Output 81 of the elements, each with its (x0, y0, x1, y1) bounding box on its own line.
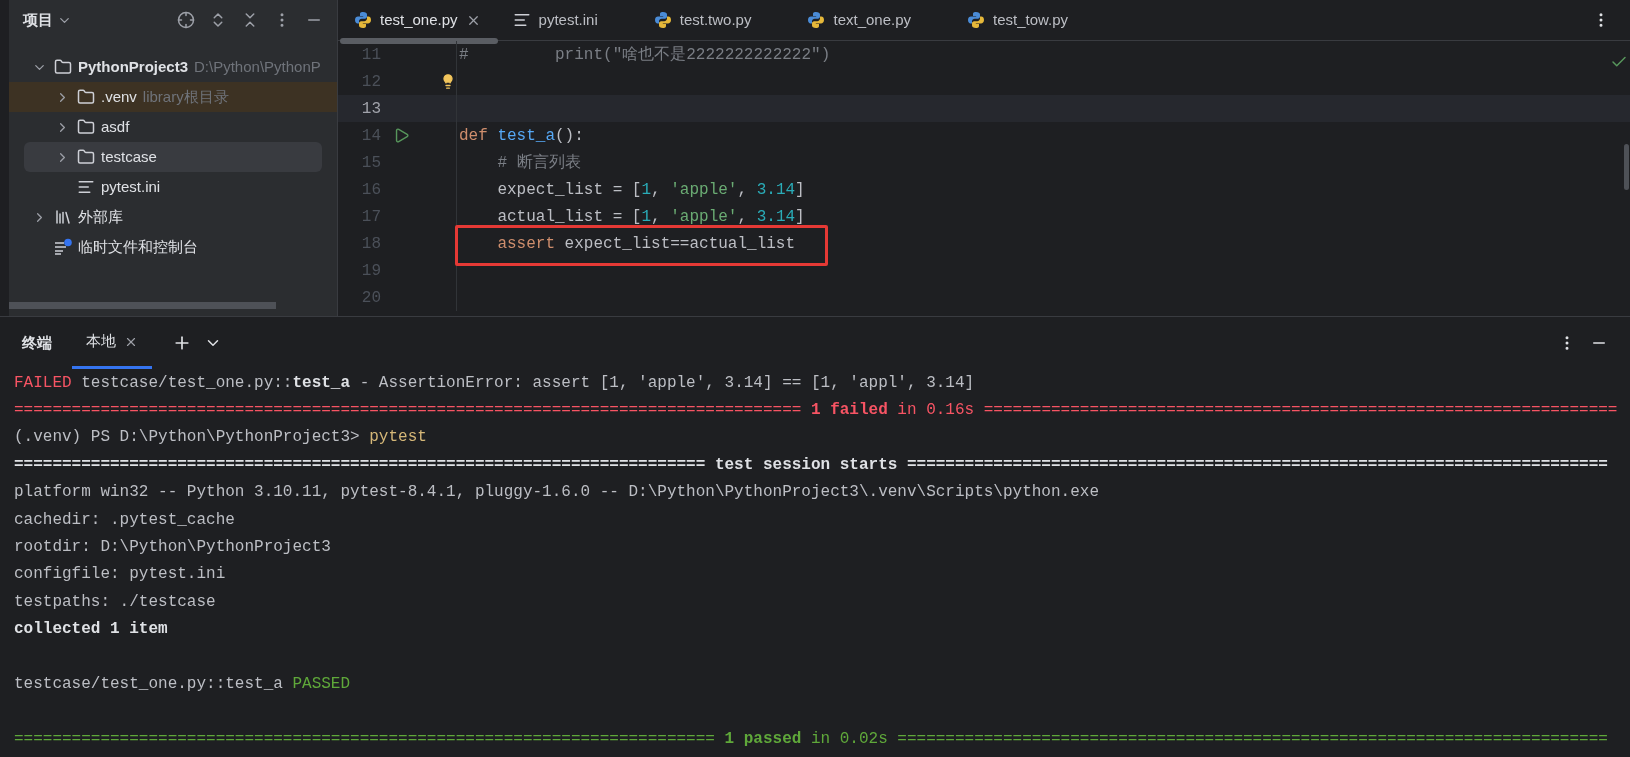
code-token: 3.14 (756, 207, 796, 226)
tree-item[interactable]: 临时文件和控制台 (9, 232, 337, 262)
code-token: , (651, 180, 662, 199)
terminal-line: rootdir: D:\Python\PythonProject3 (14, 537, 331, 559)
code-token: expect_list==actual_list (563, 234, 796, 253)
code-token: actual_list = [ (496, 207, 642, 226)
terminal-line: FAILED testcase/test_one.py::test_a - AssertionError: assert [1, 'apple', 3.14] == [1, 'appl', 3.14] (14, 372, 975, 394)
editor-tab[interactable]: text_one.py (791, 0, 952, 40)
code-token: assert (496, 234, 555, 253)
editor-tab[interactable]: test.two.py (637, 0, 792, 40)
item-label: PythonProject3 (78, 56, 189, 77)
python-file-icon (807, 11, 826, 29)
code-token: test_a (497, 126, 555, 145)
tab-label: test_tow.py (993, 9, 1069, 30)
code-token: # 断言列表 (496, 153, 581, 172)
library-icon (54, 208, 72, 226)
python-file-icon (653, 11, 672, 29)
code-token: def (459, 126, 489, 145)
terminal-line: testcase/test_one.py::test_a PASSED (14, 674, 351, 695)
folder-icon (77, 118, 95, 136)
item-hint: D:\Python\PythonP (194, 56, 321, 77)
terminal-line: ================================================================================== 1 failed in 0.16s ================================================================== (14, 400, 1618, 422)
tab-label: test_one.py (380, 9, 458, 30)
line-number: 13 (360, 98, 381, 120)
item-hint: library根目录 (142, 86, 229, 107)
panel-title[interactable]: 项目 (23, 8, 53, 32)
code-token: 3.14 (756, 180, 796, 199)
terminal-line: ======================================================================== test session starts ========================================================================= (14, 454, 1608, 476)
editor-tab[interactable]: test_tow.py (951, 0, 1109, 40)
scratch-file-icon (54, 238, 72, 256)
code-token: 'apple' (670, 207, 738, 226)
python-file-icon (354, 11, 372, 29)
tree-item[interactable]: testcase (24, 142, 322, 172)
folder-icon (77, 148, 95, 166)
code-token: 1 (641, 207, 652, 226)
code-token: 'apple' (670, 180, 738, 199)
tree-item[interactable]: .venv library根目录 (9, 82, 337, 112)
folder-icon (54, 58, 72, 76)
terminal-line: cachedir: .pytest_cache (14, 509, 235, 531)
vertical-scrollbar[interactable] (1624, 144, 1629, 190)
tree-item[interactable]: pytest.ini (9, 172, 337, 202)
item-label: 外部库 (78, 206, 123, 227)
tree-item[interactable]: 外部库 (9, 202, 337, 232)
terminal-line: platform win32 -- Python 3.10.11, pytest-8.4.1, pluggy-1.6.0 -- D:\Python\PythonProject3\.venv\Scripts\python.exe (14, 482, 1099, 504)
horizontal-scrollbar[interactable] (9, 302, 276, 309)
tab-scroll-thumb[interactable] (340, 38, 498, 44)
code-token: , (737, 180, 749, 199)
item-label: testcase (101, 146, 157, 167)
tree-item[interactable]: PythonProject3 D:\Python\PythonP (9, 52, 337, 82)
item-label: pytest.ini (101, 176, 161, 197)
tab-label: text_one.py (833, 9, 912, 30)
python-file-icon (967, 11, 986, 29)
terminal-line: configfile: pytest.ini (14, 564, 226, 586)
terminal-line: testpaths: ./testcase (14, 591, 216, 613)
code-token: ] (795, 180, 805, 199)
locate-icon[interactable] (177, 11, 195, 29)
folder-icon (77, 88, 95, 106)
code-token: expect_list = [ (496, 180, 642, 199)
code-token: (): (555, 126, 584, 145)
item-label: 临时文件和控制台 (78, 236, 198, 257)
code-token: # print("啥也不是2222222222222") (459, 45, 831, 64)
item-label: asdf (101, 116, 130, 137)
editor-tab[interactable]: test_one.py (338, 0, 497, 40)
terminal-title: 终端 (22, 332, 52, 353)
tree-item[interactable]: asdf (9, 112, 337, 142)
text-file-icon (512, 11, 531, 29)
terminal-line: collected 1 item (14, 619, 168, 641)
run-icon[interactable] (393, 127, 410, 144)
code-token: ] (795, 207, 805, 226)
terminal-tab[interactable]: 本地 (72, 317, 152, 369)
lightbulb-icon[interactable] (440, 73, 456, 90)
tab-label: test.two.py (679, 9, 752, 30)
code-token: , (737, 207, 749, 226)
terminal-line: (.venv) PS D:\Python\PythonProject3> pytest (14, 427, 427, 449)
editor-tab[interactable]: pytest.ini (496, 0, 638, 40)
terminal-line: ========================================================================= 1 passed in 0.02s ========================================================================== (14, 728, 1608, 750)
code-token: , (651, 207, 662, 226)
tab-label: pytest.ini (538, 9, 598, 30)
text-file-icon (77, 178, 95, 196)
item-label: .venv (101, 86, 137, 107)
code-token: 1 (641, 180, 652, 199)
